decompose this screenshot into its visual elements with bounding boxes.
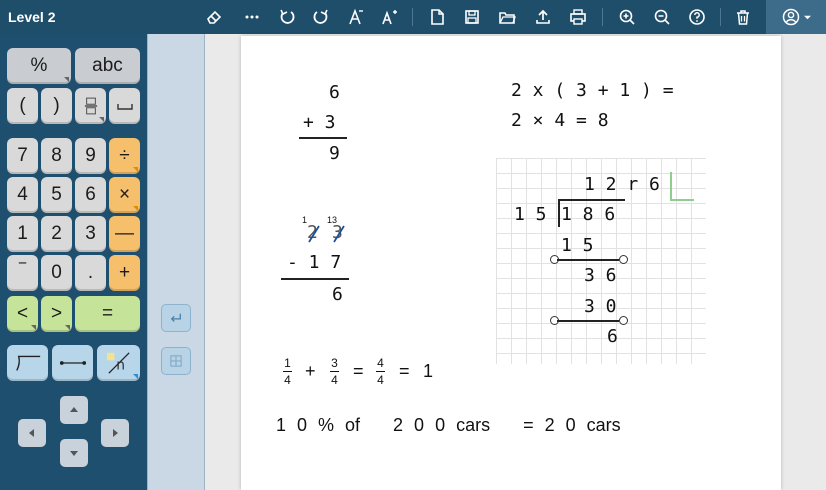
- long-division-icon: [15, 355, 40, 371]
- key-abc[interactable]: abc: [75, 48, 140, 84]
- equals-sign-2: =: [399, 361, 410, 381]
- plus-sign: +: [305, 361, 316, 381]
- key-long-division[interactable]: [7, 345, 48, 381]
- strike-marks: [308, 225, 345, 243]
- help-icon[interactable]: [685, 5, 709, 29]
- addition-result: 9: [329, 143, 340, 164]
- key-decimal[interactable]: .: [75, 255, 106, 291]
- addend-top: 6: [329, 82, 340, 103]
- zoom-in-icon[interactable]: [615, 5, 639, 29]
- arrow-left-button[interactable]: [18, 419, 46, 447]
- fraction-3-4: 34: [330, 356, 339, 387]
- dividend: 1 8 6: [561, 204, 616, 225]
- fraction-icon: [84, 97, 97, 115]
- key-fraction[interactable]: [75, 88, 106, 124]
- key-multiply[interactable]: ×: [109, 177, 140, 213]
- font-decrease-icon[interactable]: [344, 5, 368, 29]
- key-9[interactable]: 9: [75, 138, 106, 174]
- key-8[interactable]: 8: [41, 138, 72, 174]
- key-percent[interactable]: %: [7, 48, 71, 84]
- more-icon[interactable]: [240, 5, 264, 29]
- key-6[interactable]: 6: [75, 177, 106, 213]
- open-folder-icon[interactable]: [495, 5, 519, 29]
- space-icon: [116, 104, 133, 110]
- key-plus[interactable]: +: [109, 255, 140, 291]
- key-equals[interactable]: =: [75, 296, 140, 332]
- print-icon[interactable]: [566, 5, 590, 29]
- key-0[interactable]: 0: [41, 255, 72, 291]
- subtraction-result: 6: [332, 284, 343, 305]
- workspace: 6 + 3 9 1 13 2 3 - 1 7 6 2 x ( 3 + 1 ) =…: [205, 34, 826, 490]
- key-overline[interactable]: ‾: [7, 255, 38, 291]
- key-2[interactable]: 2: [41, 216, 72, 252]
- svg-text:n: n: [116, 357, 125, 373]
- top-toolbar: Level 2: [0, 0, 826, 34]
- fraction-4-4: 44: [376, 356, 385, 387]
- grid-icon: [170, 355, 182, 367]
- key-4[interactable]: 4: [7, 177, 38, 213]
- key-3[interactable]: 3: [75, 216, 106, 252]
- eraser-icon[interactable]: [202, 5, 226, 29]
- division-step-1: 1 5: [561, 235, 594, 256]
- keypad-panel: % abc ( ) 7 8 9 ÷ 4 5 6 × 1 2 3 — ‾ 0 . …: [0, 34, 147, 490]
- arrow-up-button[interactable]: [60, 396, 88, 424]
- key-minus[interactable]: —: [109, 216, 140, 252]
- new-file-icon[interactable]: [425, 5, 449, 29]
- key-divide[interactable]: ÷: [109, 138, 140, 174]
- equals-sign-1: =: [353, 361, 364, 381]
- worksheet-page[interactable]: 6 + 3 9 1 13 2 3 - 1 7 6 2 x ( 3 + 1 ) =…: [241, 36, 781, 490]
- zoom-out-icon[interactable]: [650, 5, 674, 29]
- arrow-down-icon: [70, 451, 78, 456]
- key-1[interactable]: 1: [7, 216, 38, 252]
- grid-toggle-button[interactable]: [161, 347, 191, 375]
- key-cross-out[interactable]: n: [97, 345, 140, 381]
- fraction-1-4: 14: [283, 356, 292, 387]
- enter-icon: [170, 313, 181, 322]
- text-cursor: [670, 172, 672, 200]
- side-tool-strip: [147, 34, 205, 490]
- division-step-3: 3 0: [584, 296, 617, 317]
- undo-icon[interactable]: [275, 5, 299, 29]
- expression-2: 2 × 4 = 8: [511, 110, 609, 131]
- account-menu[interactable]: [766, 0, 826, 34]
- trash-icon[interactable]: [731, 5, 755, 29]
- percent-sentence: 1 0 % of 2 0 0 cars = 2 0 cars: [276, 415, 621, 435]
- key-close-paren[interactable]: ): [41, 88, 72, 124]
- key-space[interactable]: [109, 88, 140, 124]
- quotient: 1 2 r 6: [584, 174, 660, 195]
- enter-button[interactable]: [161, 304, 191, 332]
- font-increase-icon[interactable]: [378, 5, 402, 29]
- key-line-segment[interactable]: [52, 345, 93, 381]
- upload-icon[interactable]: [531, 5, 555, 29]
- addend-bottom: + 3: [303, 112, 336, 133]
- expression-1: 2 x ( 3 + 1 ) =: [511, 80, 674, 101]
- key-open-paren[interactable]: (: [7, 88, 38, 124]
- fraction-result: 1: [423, 361, 434, 381]
- account-icon: [782, 8, 799, 26]
- key-7[interactable]: 7: [7, 138, 38, 174]
- division-step-2: 3 6: [584, 265, 617, 286]
- key-less-than[interactable]: <: [7, 296, 38, 332]
- line-segment-icon: [59, 361, 86, 365]
- subtrahend: - 1 7: [287, 252, 342, 273]
- division-remainder: 6: [607, 326, 618, 347]
- arrow-right-button[interactable]: [101, 419, 129, 447]
- arrow-left-icon: [29, 429, 34, 437]
- chevron-down-icon: [803, 15, 811, 19]
- arrow-up-icon: [70, 407, 78, 412]
- arrow-down-button[interactable]: [60, 439, 88, 467]
- redo-icon[interactable]: [309, 5, 333, 29]
- save-icon[interactable]: [460, 5, 484, 29]
- key-greater-than[interactable]: >: [41, 296, 72, 332]
- key-5[interactable]: 5: [41, 177, 72, 213]
- level-title: Level 2: [8, 9, 56, 25]
- arrow-right-icon: [113, 429, 118, 437]
- divisor: 1 5: [514, 204, 547, 225]
- cross-out-icon: n: [106, 352, 130, 374]
